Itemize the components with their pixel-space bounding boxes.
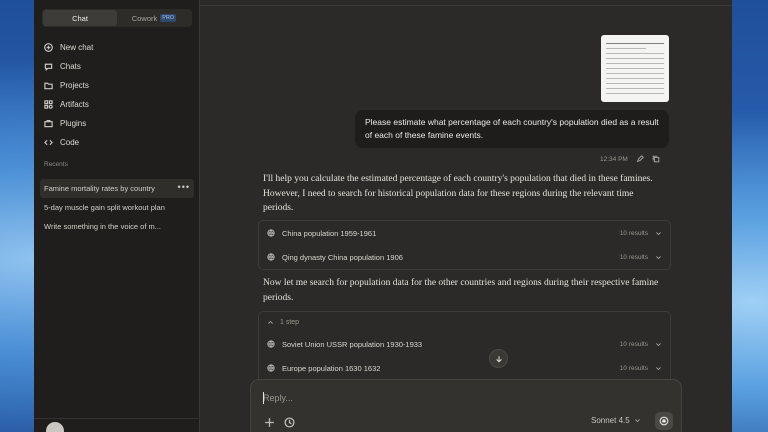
- history-button[interactable]: [284, 415, 295, 428]
- globe-icon: [267, 364, 275, 372]
- briefcase-icon: [44, 120, 53, 128]
- message-meta: 12:34 PM: [600, 155, 660, 163]
- sidebar-footer: [34, 418, 200, 432]
- attached-image-thumbnail[interactable]: [601, 35, 669, 102]
- sidebar-item-code[interactable]: Code: [42, 133, 192, 152]
- user-message: Please estimate what percentage of each …: [355, 110, 669, 148]
- globe-icon: [267, 253, 275, 261]
- sidebar-item-label: Code: [60, 138, 80, 147]
- recent-item-label: Famine mortality rates by country: [44, 184, 155, 193]
- chevron-down-icon: [656, 232, 661, 236]
- artifacts-grid-icon: [44, 100, 53, 109]
- search-results-card-2: 1 step Soviet Union USSR population 1930…: [258, 311, 671, 380]
- tab-chat[interactable]: Chat: [43, 10, 117, 26]
- reply-input[interactable]: [263, 390, 563, 406]
- folder-icon: [44, 82, 53, 90]
- search-result-count: 10 results: [619, 340, 648, 348]
- app-window: Chat Cowork PRO New chat Chats Projects: [34, 0, 732, 432]
- recent-item-label: Write something in the voice of m...: [44, 222, 161, 231]
- sidebar-item-new-chat[interactable]: New chat: [42, 38, 192, 57]
- tab-cowork[interactable]: Cowork PRO: [117, 10, 191, 26]
- sidebar-item-label: Plugins: [60, 119, 87, 128]
- mode-switch: Chat Cowork PRO: [42, 9, 192, 27]
- sidebar-item-label: Chats: [60, 62, 81, 71]
- sidebar-item-artifacts[interactable]: Artifacts: [42, 95, 192, 114]
- recents-heading: Recents: [44, 161, 68, 168]
- arrow-down-icon: [495, 355, 502, 363]
- voice-mode-icon: [659, 416, 669, 426]
- search-query: China population 1959-1961: [282, 228, 377, 238]
- scroll-to-bottom-button[interactable]: [489, 349, 508, 368]
- chevron-down-icon: [656, 367, 661, 371]
- chat-main: Please estimate what percentage of each …: [200, 0, 732, 432]
- tab-chat-label: Chat: [72, 13, 88, 23]
- message-timestamp: 12:34 PM: [600, 155, 628, 163]
- steps-label: 1 step: [280, 318, 300, 326]
- search-results-card-1: China population 1959-1961 10 results Qi…: [258, 220, 671, 270]
- recent-item-label: 5-day muscle gain split workout plan: [44, 203, 165, 212]
- sidebar-nav: New chat Chats Projects Artifacts Plugin…: [42, 38, 192, 152]
- search-result-count: 10 results: [619, 229, 648, 237]
- text-caret: [263, 392, 264, 404]
- search-row-ussr-1930[interactable]: Soviet Union USSR population 1930-1933 1…: [259, 332, 670, 356]
- more-options-icon[interactable]: •••: [178, 182, 190, 192]
- sidebar-item-label: New chat: [60, 43, 94, 52]
- sidebar-item-chats[interactable]: Chats: [42, 57, 192, 76]
- plus-icon: [265, 418, 274, 427]
- search-result-count: 10 results: [619, 364, 648, 372]
- plus-icon: [44, 43, 53, 52]
- edit-icon[interactable]: [636, 155, 644, 163]
- globe-icon: [267, 229, 275, 237]
- model-name: Sonnet 4.5: [591, 416, 630, 425]
- search-query: Europe population 1630 1632: [282, 363, 381, 373]
- search-result-count: 10 results: [619, 253, 648, 261]
- search-row-qing-1906[interactable]: Qing dynasty China population 1906 10 re…: [259, 245, 670, 269]
- message-composer: Sonnet 4.5: [250, 379, 682, 432]
- add-attachment-button[interactable]: [264, 415, 275, 427]
- chevron-down-icon: [634, 419, 640, 423]
- recents-list: Famine mortality rates by country ••• 5-…: [40, 179, 194, 236]
- sidebar: Chat Cowork PRO New chat Chats Projects: [34, 0, 200, 432]
- search-row-europe-1630[interactable]: Europe population 1630 1632 10 results: [259, 356, 670, 380]
- chat-bubble-icon: [44, 63, 53, 71]
- search-query: Qing dynasty China population 1906: [282, 252, 403, 262]
- sidebar-item-label: Projects: [60, 81, 89, 90]
- tab-cowork-label: Cowork: [131, 13, 158, 23]
- globe-icon: [267, 340, 275, 348]
- search-query: Soviet Union USSR population 1930-1933: [282, 339, 423, 349]
- chevron-down-icon: [656, 343, 661, 347]
- code-brackets-icon: [44, 139, 53, 146]
- clock-icon: [284, 417, 295, 428]
- chevron-down-icon: [656, 256, 661, 260]
- copy-icon[interactable]: [652, 155, 660, 163]
- assistant-paragraph-2: Now let me search for population data fo…: [263, 278, 659, 303]
- recent-item-famine[interactable]: Famine mortality rates by country •••: [40, 179, 194, 198]
- avatar[interactable]: [46, 422, 64, 432]
- chevron-up-icon: [268, 320, 273, 324]
- sidebar-item-plugins[interactable]: Plugins: [42, 114, 192, 133]
- header-divider: [200, 5, 732, 6]
- voice-mode-button[interactable]: [655, 412, 673, 430]
- sidebar-item-label: Artifacts: [60, 100, 89, 109]
- assistant-paragraph-1: I'll help you calculate the estimated pe…: [263, 174, 653, 213]
- pro-badge: PRO: [160, 14, 177, 22]
- sidebar-item-projects[interactable]: Projects: [42, 76, 192, 95]
- search-row-china-1959[interactable]: China population 1959-1961 10 results: [259, 221, 670, 245]
- recent-item-voice[interactable]: Write something in the voice of m...: [40, 217, 194, 236]
- steps-toggle[interactable]: 1 step: [259, 312, 670, 332]
- recent-item-workout[interactable]: 5-day muscle gain split workout plan: [40, 198, 194, 217]
- model-selector[interactable]: Sonnet 4.5: [591, 416, 641, 425]
